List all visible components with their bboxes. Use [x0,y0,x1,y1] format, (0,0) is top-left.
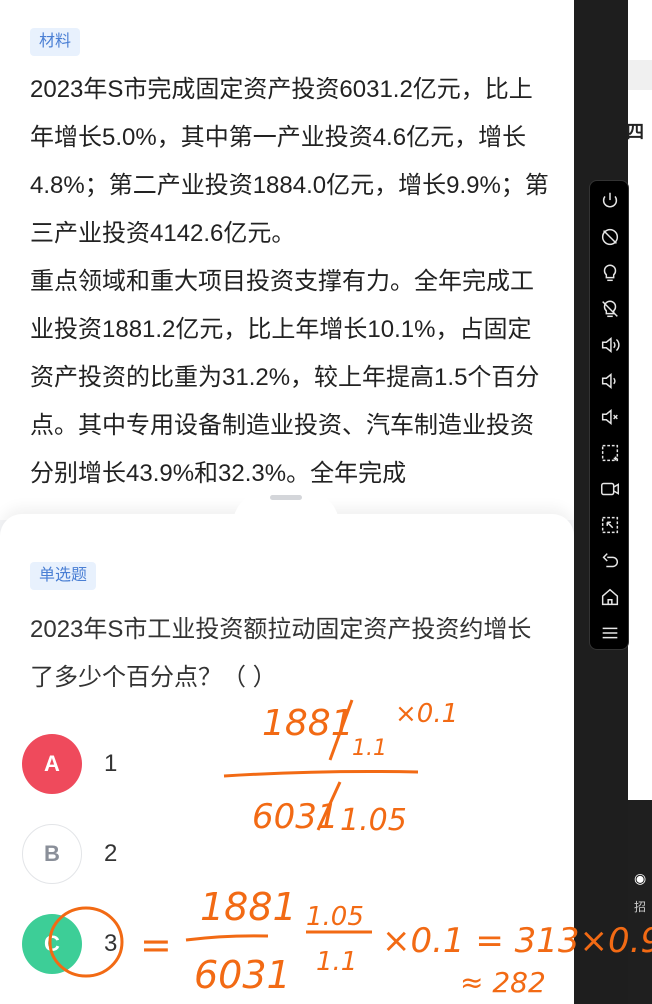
material-text: 2023年S市完成固定资产投资6031.2亿元，比上年增长5.0%，其中第一产业… [30,66,550,498]
background-window: 四 ◉ 招 [626,0,652,1004]
floating-toolbar [589,180,629,650]
record-icon[interactable] [598,477,622,501]
quiz-app: 材料 2023年S市完成固定资产投资6031.2亿元，比上年增长5.0%，其中第… [0,0,574,1004]
material-card: 材料 2023年S市完成固定资产投资6031.2亿元，比上年增长5.0%，其中第… [0,0,574,520]
power-icon[interactable] [598,189,622,213]
background-title: 四 [626,122,644,142]
option-text: 1 [104,750,118,777]
rotate-icon[interactable] [598,225,622,249]
screenshot-icon[interactable] [598,441,622,465]
material-paragraph: 2023年S市完成固定资产投资6031.2亿元，比上年增长5.0%，其中第一产业… [30,76,549,247]
material-tag: 材料 [30,28,81,56]
crop-icon[interactable] [598,513,622,537]
bulb-icon[interactable] [598,261,622,285]
question-stem: 2023年S市工业投资额拉动固定资产投资约增长了多少个百分点？（ ） [30,616,532,691]
option-text: 3 [104,930,118,957]
home-icon[interactable] [598,585,622,609]
bulb-off-icon[interactable] [598,297,622,321]
weibo-icon: ◉ [634,870,647,886]
option-letter: B [22,824,82,884]
back-icon[interactable] [598,549,622,573]
weibo-text: 招 [634,900,647,914]
option-text: 2 [104,840,118,867]
menu-icon[interactable] [598,621,622,645]
material-paragraph: 重点领域和重大项目投资支撑有力。全年完成工业投资1881.2亿元，比上年增长10… [30,268,540,487]
option-c[interactable]: C 3 [22,913,322,975]
option-a[interactable]: A 1 [22,733,322,795]
option-letter: A [22,734,82,794]
question-type-tag: 单选题 [30,562,97,590]
option-letter: C [22,914,82,974]
volume-up-icon[interactable] [598,333,622,357]
drag-handle[interactable] [270,495,302,500]
option-b[interactable]: B 2 [22,823,322,885]
background-bar [628,60,652,90]
background-content [628,350,652,800]
mute-icon[interactable] [598,405,622,429]
volume-down-icon[interactable] [598,369,622,393]
